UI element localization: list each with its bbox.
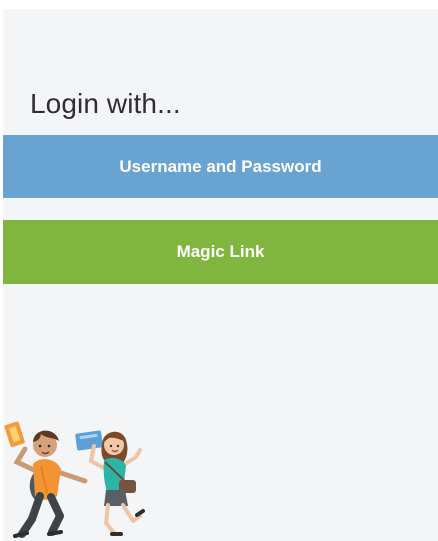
magic-link-button-label: Magic Link [176, 242, 265, 261]
student-boy-figure [4, 421, 88, 538]
page-title: Login with... [30, 88, 181, 119]
magic-link-button[interactable]: Magic Link [3, 220, 438, 284]
login-screen: Login with... Username and Password Magi… [0, 0, 438, 541]
username-password-button[interactable]: Username and Password [3, 135, 438, 198]
jumping-students-illustration [4, 421, 145, 538]
username-password-button-label: Username and Password [119, 156, 322, 176]
login-panel: Login with... Username and Password Magi… [3, 9, 438, 541]
